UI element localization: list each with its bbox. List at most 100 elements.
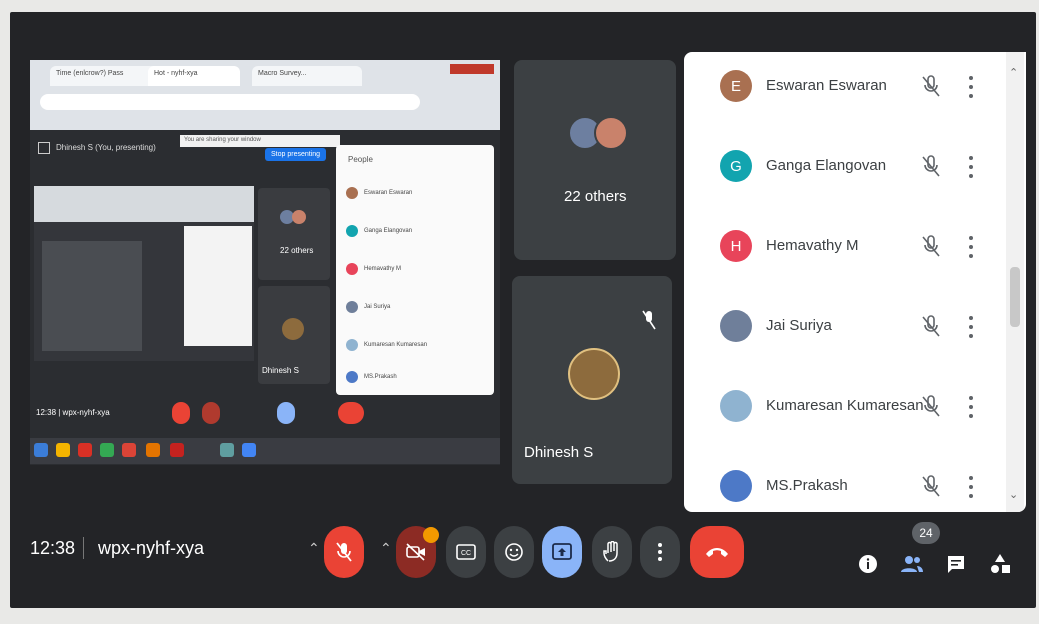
mic-off-icon xyxy=(642,310,656,330)
participant-row[interactable]: E Eswaran Eswaran xyxy=(684,52,1004,132)
svg-text:CC: CC xyxy=(461,550,471,557)
mini-dot xyxy=(346,225,358,237)
more-options-icon[interactable] xyxy=(968,76,974,98)
mini-dot xyxy=(346,263,358,275)
participant-avatar xyxy=(720,470,752,502)
scroll-down-icon[interactable]: ⌄ xyxy=(1009,488,1018,501)
chevron-up-icon[interactable]: ⌃ xyxy=(380,540,392,557)
scroll-up-icon[interactable]: ⌃ xyxy=(1009,66,1018,79)
participant-avatar: G xyxy=(720,150,752,182)
activities-button[interactable] xyxy=(988,552,1012,576)
chevron-up-icon[interactable]: ⌃ xyxy=(308,540,320,557)
mic-off-icon xyxy=(922,315,940,337)
mic-off-icon xyxy=(336,542,352,562)
mini-dot xyxy=(346,371,358,383)
taskbar xyxy=(30,438,500,464)
mini-camera-icon xyxy=(202,402,220,424)
more-options-icon[interactable] xyxy=(968,316,974,338)
mini-avatar xyxy=(282,318,304,340)
more-options-icon[interactable] xyxy=(968,476,974,498)
divider xyxy=(83,537,84,559)
browser-chrome: Time (enlcrow?) Pass Hot - nyhf-xya Macr… xyxy=(30,60,500,130)
participant-avatar xyxy=(720,390,752,422)
meeting-code: wpx-nyhf-xya xyxy=(98,538,205,558)
participant-avatar: E xyxy=(720,70,752,102)
mic-off-icon xyxy=(922,155,940,177)
browser-tab: Macro Survey... xyxy=(252,66,362,86)
participant-name: Hemavathy M xyxy=(766,237,859,254)
participant-avatar: H xyxy=(720,230,752,262)
participant-row[interactable]: Kumaresan Kumaresan xyxy=(684,372,1004,452)
mini-person: Kumaresan Kumaresan xyxy=(346,339,427,351)
taskbar-app-icon xyxy=(100,443,114,457)
more-options-icon xyxy=(658,543,662,561)
presenting-label: Dhinesh S (You, presenting) xyxy=(56,143,156,153)
end-call-icon xyxy=(706,548,728,557)
present-icon xyxy=(38,142,50,154)
more-options-icon[interactable] xyxy=(968,156,974,178)
stop-presenting-button: Stop presenting xyxy=(265,148,327,161)
meeting-time: 12:38 xyxy=(30,538,76,558)
captions-button[interactable]: CC xyxy=(446,526,486,578)
mini-others-label: 22 others xyxy=(280,246,314,255)
mini-person: Eswaran Eswaran xyxy=(346,187,412,199)
emoji-button[interactable] xyxy=(494,526,534,578)
mini-end-call-icon xyxy=(338,402,364,424)
chat-button[interactable] xyxy=(944,552,968,576)
nested-share xyxy=(42,241,142,351)
participant-name: Kumaresan Kumaresan xyxy=(766,397,924,414)
more-options-icon[interactable] xyxy=(968,236,974,258)
participant-count-badge: 24 xyxy=(912,522,940,544)
mini-people-panel: People Eswaran Eswaran Ganga Elangovan H… xyxy=(336,145,494,395)
people-button[interactable] xyxy=(900,552,924,576)
mini-dot xyxy=(346,339,358,351)
sharing-notice: You are sharing your window xyxy=(180,135,340,147)
meeting-info-button[interactable] xyxy=(856,552,880,576)
mini-presenter-tile: Dhinesh S xyxy=(258,286,330,384)
mini-person-name: MS.Prakash xyxy=(364,374,397,380)
present-icon xyxy=(552,543,572,560)
participant-avatar xyxy=(568,348,620,400)
scrollbar-thumb[interactable] xyxy=(1010,267,1020,327)
mini-people-title: People xyxy=(348,155,373,164)
nested-people-panel xyxy=(184,226,252,346)
participant-name: Eswaran Eswaran xyxy=(766,77,887,94)
browser-tab: Hot - nyhf-xya xyxy=(148,66,240,86)
mini-meet-toolbar: 12:38 | wpx-nyhf-xya xyxy=(30,400,500,430)
taskbar-app-icon xyxy=(56,443,70,457)
participant-row[interactable]: G Ganga Elangovan xyxy=(684,132,1004,212)
mic-off-icon xyxy=(922,75,940,97)
emoji-icon xyxy=(505,543,523,561)
presenter-tile[interactable]: Dhinesh S xyxy=(512,276,672,484)
mini-person: Jai Suriya xyxy=(346,301,390,313)
taskbar-app-icon xyxy=(220,443,234,457)
shared-screen: Time (enlcrow?) Pass Hot - nyhf-xya Macr… xyxy=(30,60,500,465)
taskbar-app-icon xyxy=(34,443,48,457)
mic-off-icon xyxy=(922,235,940,257)
people-icon xyxy=(901,556,923,572)
mini-dot xyxy=(346,301,358,313)
participant-avatar xyxy=(594,116,628,150)
raise-hand-button[interactable] xyxy=(592,526,632,578)
chat-icon xyxy=(948,556,964,573)
more-options-icon[interactable] xyxy=(968,396,974,418)
mic-toggle-button[interactable] xyxy=(324,526,364,578)
activities-icon xyxy=(991,554,1010,573)
participant-row[interactable]: Jai Suriya xyxy=(684,292,1004,372)
more-options-button[interactable] xyxy=(640,526,680,578)
window-close-icon xyxy=(450,64,494,74)
others-tile[interactable]: 22 others xyxy=(514,60,676,260)
end-call-button[interactable] xyxy=(690,526,744,578)
participant-name: MS.Prakash xyxy=(766,477,848,494)
mini-person-name: Hemavathy M xyxy=(364,266,402,272)
people-panel: E Eswaran Eswaran G Ganga Elangovan H He… xyxy=(684,52,1026,512)
mini-mic-icon xyxy=(172,402,190,424)
mini-others-tile: 22 others xyxy=(258,188,330,280)
camera-off-icon xyxy=(406,543,425,561)
mic-off-icon xyxy=(922,395,940,417)
present-button[interactable] xyxy=(542,526,582,578)
mini-person: MS.Prakash xyxy=(346,371,397,383)
participant-row[interactable]: MS.Prakash xyxy=(684,452,1004,512)
participant-row[interactable]: H Hemavathy M xyxy=(684,212,1004,292)
info-icon xyxy=(859,555,877,573)
